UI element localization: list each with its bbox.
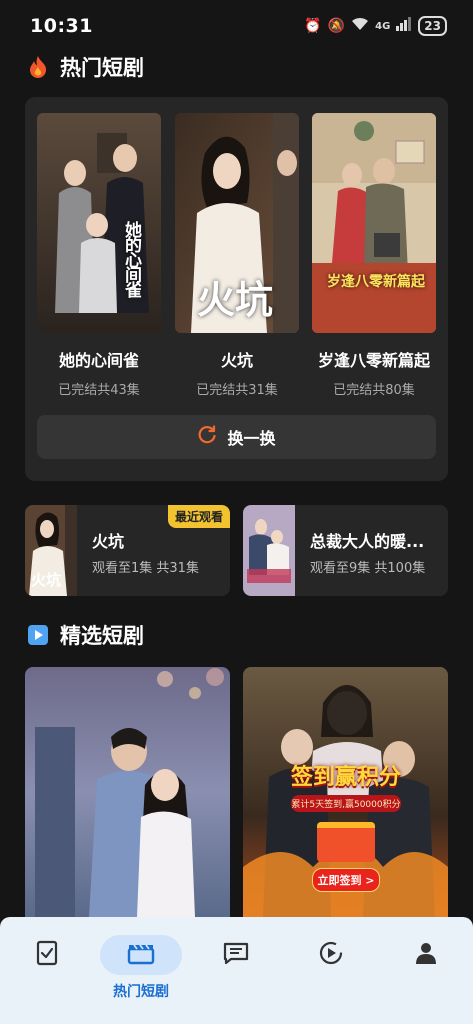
play-history-icon — [318, 940, 344, 970]
nav-pill — [290, 935, 372, 975]
poster-title: 火坑 — [197, 277, 274, 322]
play-square-icon — [26, 623, 50, 647]
drama-title: 火坑 — [220, 351, 253, 370]
recent-card[interactable]: 总裁大人的暖... 观看至9集 共100集 — [243, 505, 448, 596]
recent-thumbnail — [243, 505, 295, 596]
nav-pill — [100, 935, 182, 975]
task-check-icon — [35, 940, 59, 970]
recent-thumbnail: 火坑 — [25, 505, 77, 596]
featured-promo-card[interactable]: 签到赢积分 累计5天签到,赢50000积分 立即签到 > — [243, 667, 448, 917]
drama-card[interactable]: 岁逢八零新篇起 岁逢八零新篇起 已完结共80集 — [312, 113, 436, 398]
drama-poster[interactable]: 火坑 — [175, 113, 299, 333]
clapperboard-icon — [127, 941, 155, 969]
drama-meta: 已完结共80集 — [333, 383, 415, 398]
featured-section-title: 精选短剧 — [60, 624, 144, 648]
drama-poster[interactable]: 她的心间雀 — [37, 113, 161, 333]
wifi-icon — [351, 17, 369, 35]
status-icons: ⏰ 🔕 4G 23 — [304, 16, 447, 36]
signal-icon — [396, 17, 412, 35]
message-icon — [223, 941, 249, 969]
battery-indicator: 23 — [418, 16, 447, 36]
poster-title: 岁逢八零新篇起 — [327, 274, 425, 290]
nav-pill — [195, 935, 277, 975]
alarm-icon: ⏰ — [304, 18, 322, 34]
nav-item-messages[interactable] — [189, 917, 283, 1024]
drama-meta: 已完结共31集 — [196, 383, 278, 398]
status-time: 10:31 — [30, 15, 93, 37]
refresh-icon — [197, 425, 217, 449]
nav-item-profile[interactable] — [379, 917, 473, 1024]
drama-meta: 已完结共43集 — [58, 383, 140, 398]
fire-icon — [26, 55, 50, 79]
featured-section-header: 精选短剧 — [26, 620, 144, 650]
recent-card[interactable]: 火坑 火坑 观看至1集 共31集 最近观看 — [25, 505, 230, 596]
drama-card[interactable]: 火坑 火坑 已完结共31集 — [175, 113, 299, 398]
recent-title: 火坑 — [92, 532, 125, 551]
promo-subtitle: 累计5天签到,赢50000积分 — [291, 795, 401, 812]
nav-label: 热门短剧 — [113, 984, 169, 1000]
poster-title: 她的心间雀 — [121, 221, 141, 296]
recent-title: 总裁大人的暖... — [310, 532, 425, 551]
refresh-button[interactable]: 换一换 — [37, 415, 436, 459]
featured-card[interactable] — [25, 667, 230, 917]
recent-badge: 最近观看 — [167, 505, 230, 528]
drama-title: 她的心间雀 — [58, 351, 139, 370]
promo-signin-button[interactable]: 立即签到 > — [312, 868, 380, 892]
drama-title: 岁逢八零新篇起 — [317, 351, 430, 370]
gift-box-icon — [317, 822, 375, 862]
nav-item-tasks[interactable] — [0, 917, 94, 1024]
recent-meta: 观看至1集 共31集 — [92, 561, 199, 576]
refresh-label: 换一换 — [227, 429, 276, 448]
hot-panel: 她的心间雀 她的心间雀 已完结共43集 火坑 火坑 已完结共31集 岁逢八零新篇… — [25, 97, 448, 481]
bottom-nav: 热门短剧 — [0, 917, 473, 1024]
svg-text:火坑: 火坑 — [31, 571, 61, 589]
status-bar: 10:31 ⏰ 🔕 4G 23 — [0, 0, 473, 52]
nav-item-history[interactable] — [284, 917, 378, 1024]
person-icon — [414, 941, 438, 969]
nav-pill — [385, 935, 467, 975]
recent-meta: 观看至9集 共100集 — [310, 561, 426, 576]
drama-poster[interactable]: 岁逢八零新篇起 — [312, 113, 436, 333]
nav-pill — [6, 935, 88, 975]
hot-section-title: 热门短剧 — [60, 56, 144, 80]
mute-icon: 🔕 — [327, 18, 346, 34]
promo-headline: 签到赢积分 — [291, 765, 402, 790]
network-type: 4G — [375, 20, 391, 32]
promo-overlay: 签到赢积分 累计5天签到,赢50000积分 立即签到 > — [291, 759, 401, 892]
drama-card[interactable]: 她的心间雀 她的心间雀 已完结共43集 — [37, 113, 161, 398]
hot-section-header: 热门短剧 — [26, 52, 144, 82]
nav-item-hot-dramas[interactable]: 热门短剧 — [94, 917, 188, 1024]
